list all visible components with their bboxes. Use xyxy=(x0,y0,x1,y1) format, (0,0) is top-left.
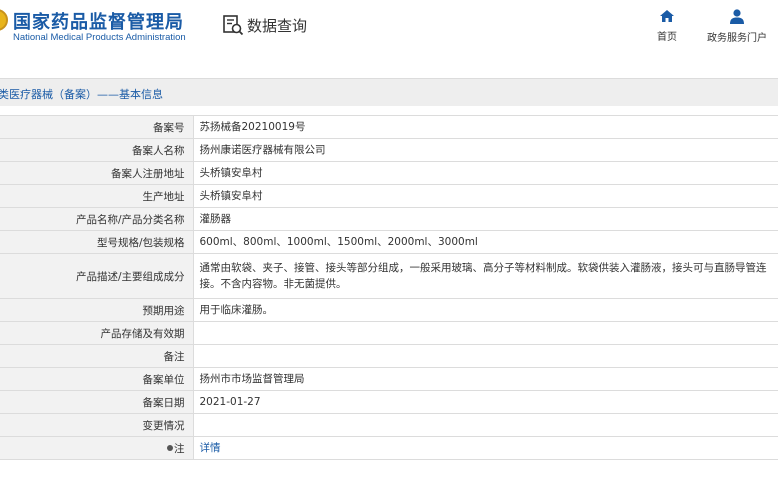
nav-home[interactable]: 首页 xyxy=(648,9,686,43)
data-query-icon xyxy=(223,15,244,36)
table-row: 备案日期 2021-01-27 xyxy=(0,390,778,414)
nav-home-label: 首页 xyxy=(657,32,677,43)
field-value: 扬州市市场监督管理局 xyxy=(193,367,778,391)
field-label: 产品存储及有效期 xyxy=(0,321,194,345)
breadcrumb-bar: 类医疗器械（备案）——基本信息 xyxy=(0,78,778,106)
table-row: 产品描述/主要组成成分 通常由软袋、夹子、接管、接头等部分组成，一般采用玻璃、高… xyxy=(0,253,778,299)
field-value xyxy=(193,344,778,368)
field-label: 生产地址 xyxy=(0,184,194,208)
field-label: 备案日期 xyxy=(0,390,194,414)
record-detail-table: 备案号 苏扬械备20210019号 备案人名称 扬州康诺医疗器械有限公司 备案人… xyxy=(0,115,778,460)
user-icon xyxy=(730,9,744,24)
page-section-title: 数据查询 xyxy=(247,17,308,35)
table-row: 备案人名称 扬州康诺医疗器械有限公司 xyxy=(0,138,778,162)
emblem-icon xyxy=(0,9,8,31)
table-row: 预期用途 用于临床灌肠。 xyxy=(0,298,778,322)
site-logo-title[interactable]: 国家药品监督管理局 xyxy=(13,8,184,34)
field-label: 产品描述/主要组成成分 xyxy=(0,253,194,299)
field-label: 预期用途 xyxy=(0,298,194,322)
field-label: 备案人注册地址 xyxy=(0,161,194,185)
site-logo-subtitle: National Medical Products Administration xyxy=(13,32,186,43)
table-row: 产品名称/产品分类名称 灌肠器 xyxy=(0,207,778,231)
field-label: 产品名称/产品分类名称 xyxy=(0,207,194,231)
field-label: 备案人名称 xyxy=(0,138,194,162)
note-label-text: 注 xyxy=(174,442,185,455)
table-row: 产品存储及有效期 xyxy=(0,321,778,345)
table-row: 变更情况 xyxy=(0,413,778,437)
table-row: 注 详情 xyxy=(0,436,778,460)
field-value: 用于临床灌肠。 xyxy=(193,298,778,322)
bullet-icon xyxy=(167,444,173,451)
field-label: 备案单位 xyxy=(0,367,194,391)
breadcrumb: 类医疗器械（备案）——基本信息 xyxy=(0,88,163,101)
table-row: 备案单位 扬州市市场监督管理局 xyxy=(0,367,778,391)
field-value: 灌肠器 xyxy=(193,207,778,231)
table-row: 备案号 苏扬械备20210019号 xyxy=(0,115,778,139)
field-value xyxy=(193,413,778,437)
nav-government-portal-label: 政务服务门户 xyxy=(707,33,767,44)
field-label: 备案号 xyxy=(0,115,194,139)
field-value: 头桥镇安阜村 xyxy=(193,161,778,185)
table-row: 生产地址 头桥镇安阜村 xyxy=(0,184,778,208)
details-link[interactable]: 详情 xyxy=(193,436,778,460)
nav-government-portal[interactable]: 政务服务门户 xyxy=(703,9,771,44)
field-value: 头桥镇安阜村 xyxy=(193,184,778,208)
table-row: 备案人注册地址 头桥镇安阜村 xyxy=(0,161,778,185)
field-label-note: 注 xyxy=(0,436,194,460)
field-label: 变更情况 xyxy=(0,413,194,437)
table-row: 型号规格/包装规格 600ml、800ml、1000ml、1500ml、2000… xyxy=(0,230,778,254)
table-row: 备注 xyxy=(0,344,778,368)
field-value: 600ml、800ml、1000ml、1500ml、2000ml、3000ml xyxy=(193,230,778,254)
field-value: 扬州康诺医疗器械有限公司 xyxy=(193,138,778,162)
field-label: 备注 xyxy=(0,344,194,368)
field-value: 2021-01-27 xyxy=(193,390,778,414)
home-icon xyxy=(660,10,674,22)
field-value: 通常由软袋、夹子、接管、接头等部分组成，一般采用玻璃、高分子等材料制成。软袋供装… xyxy=(193,253,778,299)
field-label: 型号规格/包装规格 xyxy=(0,230,194,254)
field-value: 苏扬械备20210019号 xyxy=(193,115,778,139)
field-value xyxy=(193,321,778,345)
site-header: 国家药品监督管理局 National Medical Products Admi… xyxy=(0,0,778,64)
